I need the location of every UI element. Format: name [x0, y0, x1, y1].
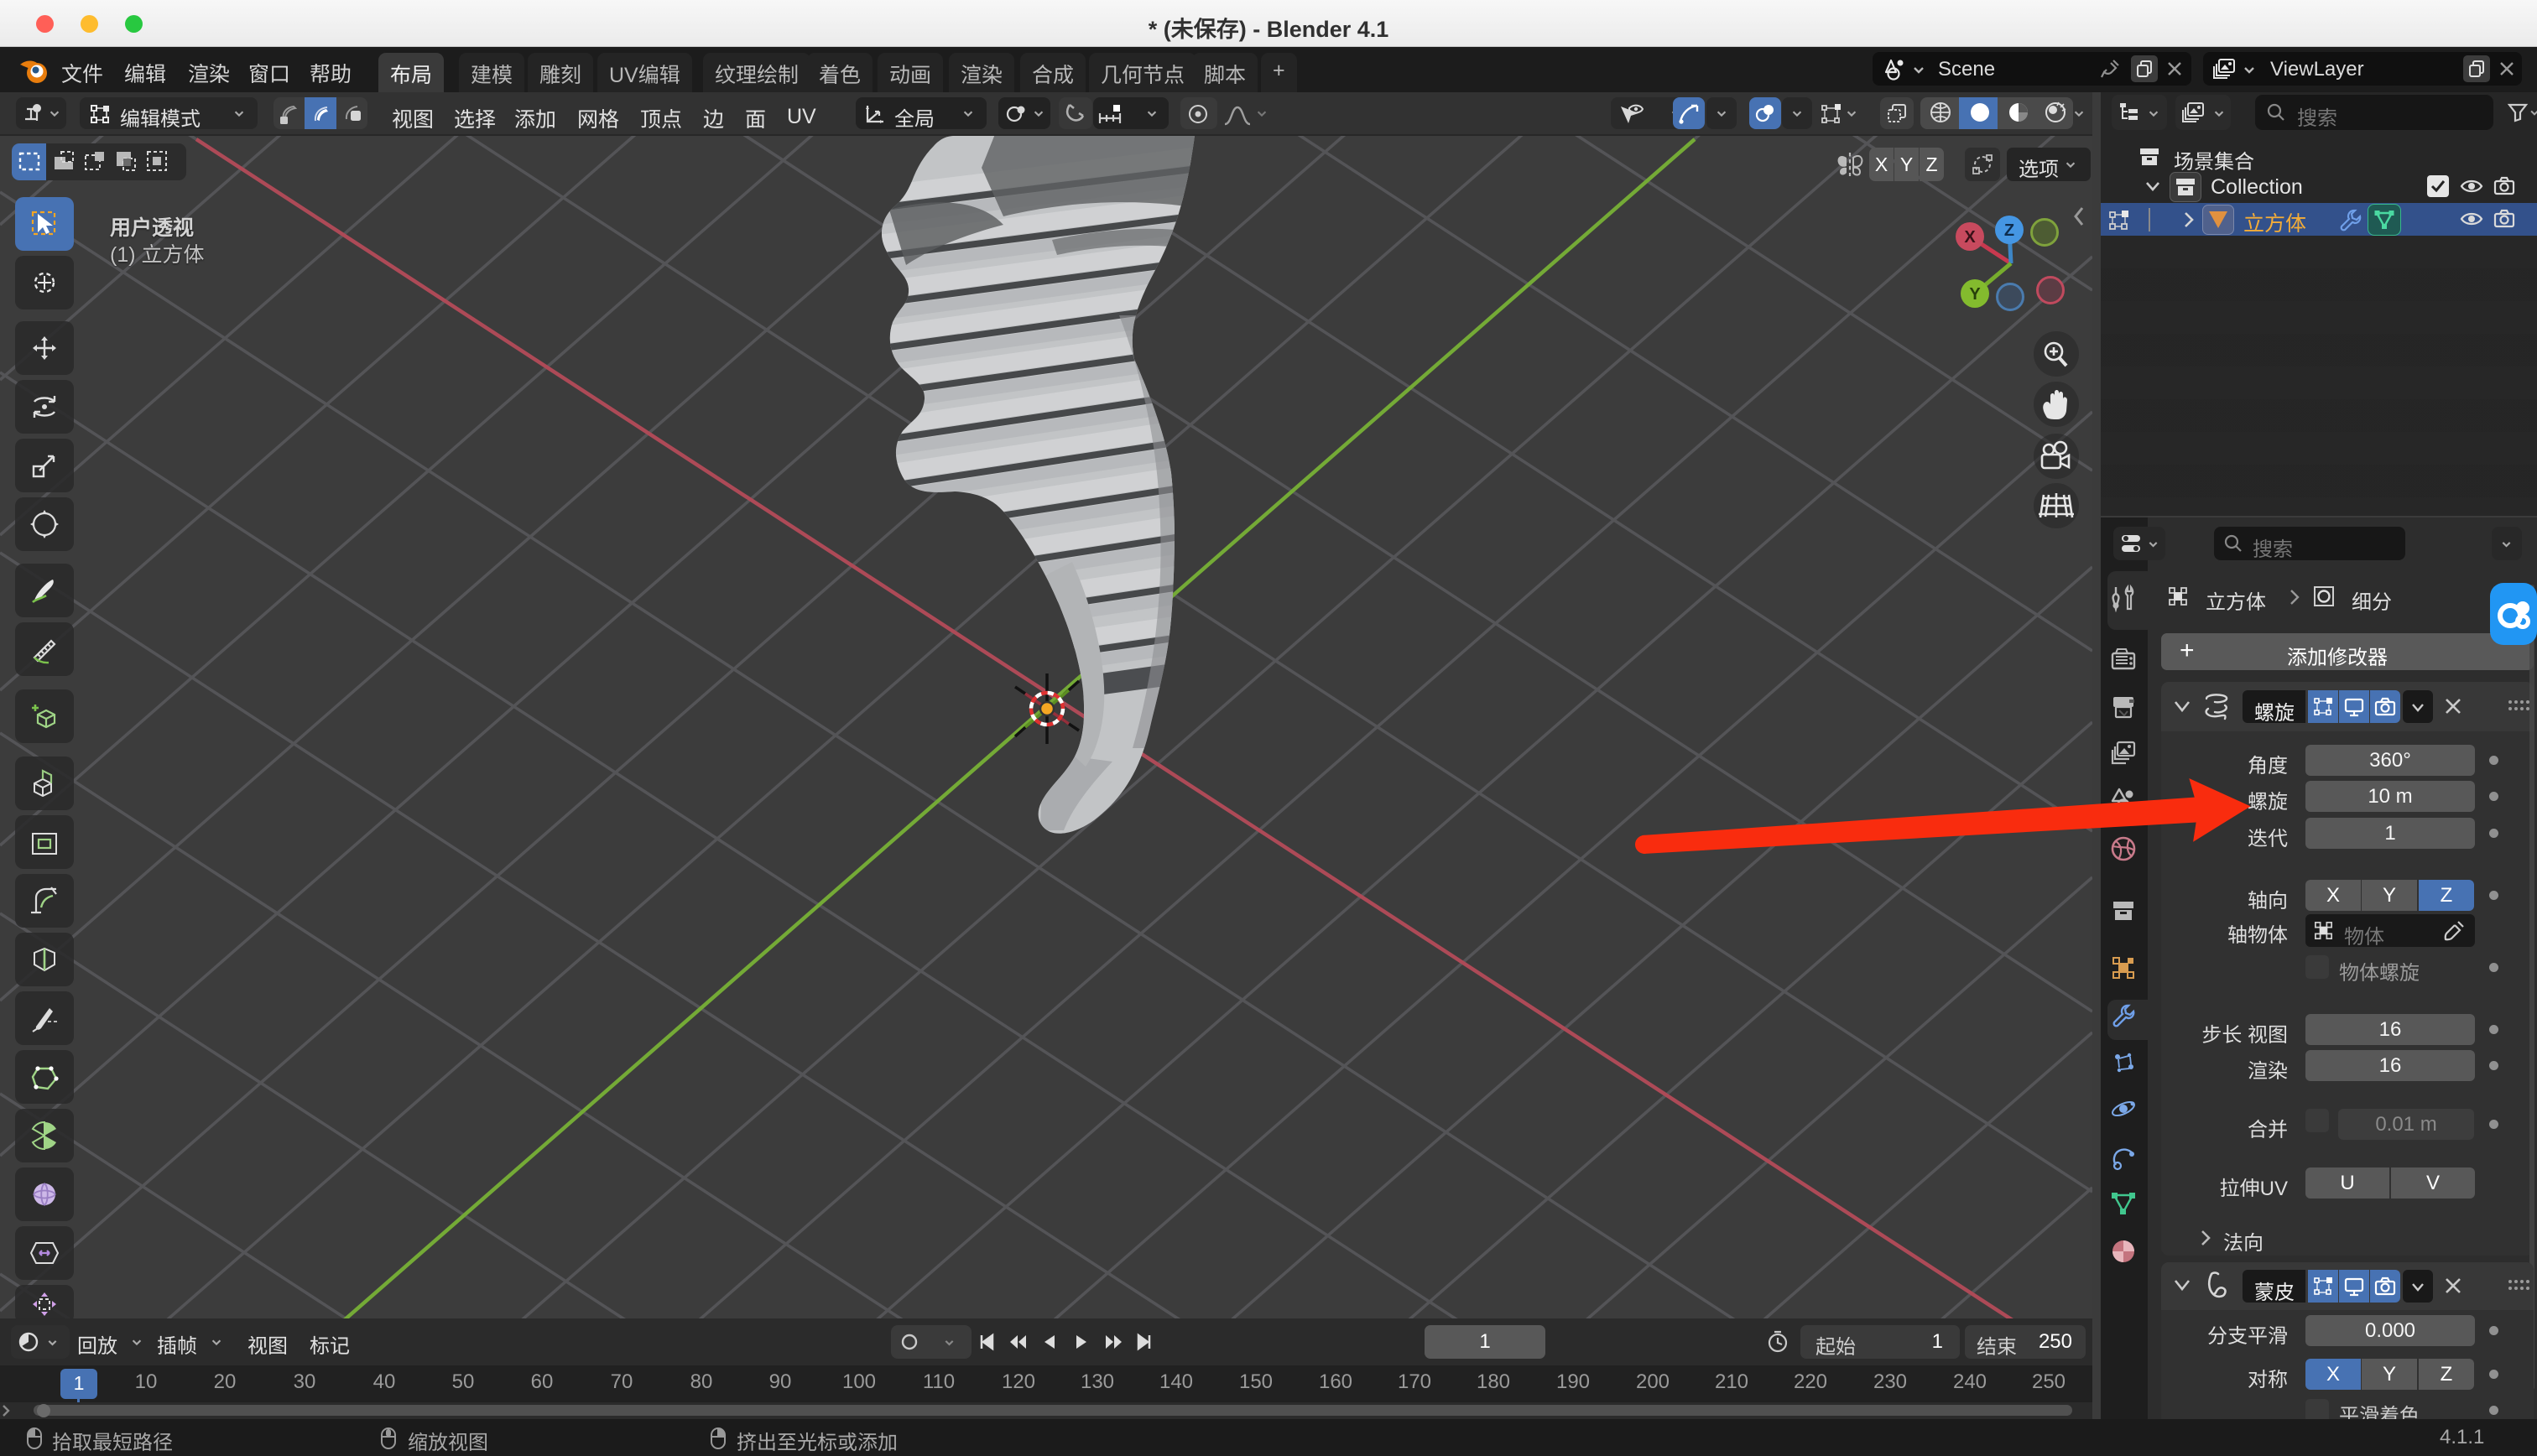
svg-text:Z: Z	[2004, 221, 2014, 240]
svg-text:X: X	[1964, 228, 1976, 247]
svg-text:Y: Y	[1969, 285, 1981, 304]
